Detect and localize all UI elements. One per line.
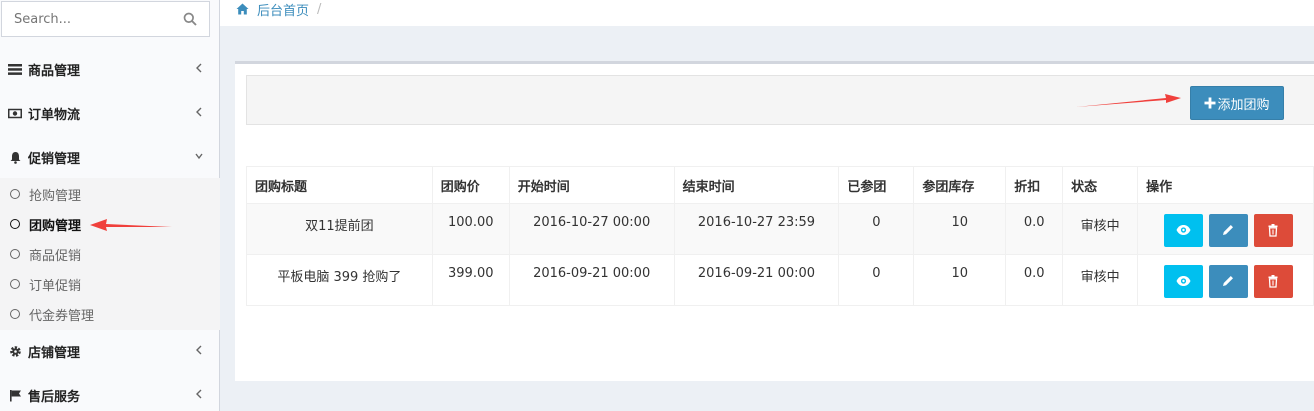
edit-button[interactable] [1209, 214, 1249, 247]
cell-stock: 10 [913, 203, 1007, 255]
sidebar-item-store[interactable]: 店铺管理 [0, 329, 220, 373]
cell-end-time: 2016-10-27 23:59 [673, 203, 840, 255]
sidebar-subitem-goods-promo[interactable]: 商品促销 [0, 239, 220, 269]
breadcrumb-home-link[interactable]: 后台首页 [257, 0, 309, 19]
cell-joined: 0 [838, 254, 915, 306]
view-button[interactable] [1164, 214, 1204, 247]
plus-icon [1204, 97, 1216, 109]
sidebar-item-after-sales[interactable]: 售后服务 [0, 373, 220, 411]
delete-button[interactable] [1254, 214, 1294, 247]
sidebar: 商品管理 订单物流 促销管理 抢购管理 团购管理 商品促销 订单促销 代 [0, 0, 220, 411]
pencil-icon [1223, 225, 1234, 235]
sidebar-subitem-order-promo[interactable]: 订单促销 [0, 269, 220, 299]
search-icon[interactable] [183, 12, 197, 26]
cell-joined: 0 [838, 203, 915, 255]
annotation-arrow-add [1076, 94, 1181, 107]
money-icon [8, 106, 22, 120]
breadcrumb-separator: / [317, 1, 322, 17]
sidebar-subitem-coupon[interactable]: 代金券管理 [0, 299, 220, 329]
cell-start-time: 2016-09-21 00:00 [508, 254, 675, 306]
sidebar-subitem-label: 商品促销 [29, 248, 82, 264]
sidebar-item-label: 店铺管理 [28, 345, 81, 361]
trash-icon [1268, 224, 1278, 237]
search-box [1, 1, 210, 37]
cell-price: 399.00 [431, 254, 510, 306]
column-header: 开始时间 [508, 166, 675, 204]
group-buy-table: 团购标题 团购价 开始时间 结束时间 已参团 参团库存 折扣 状态 操作 双11… [246, 166, 1314, 306]
sidebar-item-orders[interactable]: 订单物流 [0, 91, 220, 135]
sidebar-subitem-label: 订单促销 [29, 278, 82, 294]
trash-icon [1268, 275, 1278, 288]
add-group-buy-button[interactable]: 添加团购 [1190, 86, 1284, 120]
view-button[interactable] [1164, 265, 1204, 298]
cell-discount: 0.0 [1005, 203, 1064, 255]
column-header: 团购标题 [246, 166, 433, 204]
sidebar-item-label: 售后服务 [28, 389, 81, 405]
home-icon [236, 3, 249, 15]
cell-title: 双11提前团 [246, 203, 433, 255]
table-header-row: 团购标题 团购价 开始时间 结束时间 已参团 参团库存 折扣 状态 操作 [246, 166, 1314, 204]
delete-button[interactable] [1254, 265, 1294, 298]
gear-icon [8, 344, 22, 358]
eye-icon [1176, 225, 1191, 235]
sidebar-subitem-label: 抢购管理 [29, 188, 82, 204]
sidebar-subitem-flash-sale[interactable]: 抢购管理 [0, 179, 220, 209]
table-row: 平板电脑 399 抢购了 399.00 2016-09-21 00:00 201… [246, 254, 1314, 306]
chevron-down-icon [195, 153, 203, 160]
circle-icon [10, 279, 20, 289]
edit-button[interactable] [1209, 265, 1249, 298]
pencil-icon [1223, 276, 1234, 286]
sidebar-item-label: 商品管理 [28, 63, 81, 79]
table-row: 双11提前团 100.00 2016-10-27 00:00 2016-10-2… [246, 203, 1314, 255]
search-input[interactable] [2, 2, 172, 36]
cell-end-time: 2016-09-21 00:00 [673, 254, 840, 306]
breadcrumb-bar: 后台首页 / [220, 0, 1314, 26]
sidebar-subitem-label: 代金券管理 [29, 308, 95, 324]
column-header: 状态 [1062, 166, 1139, 204]
chevron-left-icon [196, 63, 202, 73]
cell-actions [1137, 254, 1314, 306]
list-icon [8, 62, 22, 76]
sidebar-item-label: 促销管理 [28, 151, 81, 167]
cell-status: 审核中 [1062, 203, 1139, 255]
column-header: 操作 [1137, 166, 1314, 204]
bell-icon [8, 150, 22, 164]
sidebar-item-label: 订单物流 [28, 107, 81, 123]
cell-price: 100.00 [431, 203, 510, 255]
annotation-arrow-group-buy [90, 219, 172, 231]
sidebar-item-goods[interactable]: 商品管理 [0, 47, 220, 91]
flag-icon [8, 388, 22, 402]
column-header: 已参团 [838, 166, 915, 204]
sidebar-subitem-label: 团购管理 [29, 218, 82, 234]
chevron-left-icon [196, 389, 202, 399]
eye-icon [1176, 276, 1191, 286]
chevron-left-icon [196, 345, 202, 355]
cell-actions [1137, 203, 1314, 255]
chevron-left-icon [196, 107, 202, 117]
add-button-label: 添加团购 [1217, 97, 1270, 113]
promotion-submenu: 抢购管理 团购管理 商品促销 订单促销 代金券管理 [0, 178, 220, 330]
column-header: 参团库存 [913, 166, 1007, 204]
cell-title: 平板电脑 399 抢购了 [246, 254, 433, 306]
cell-discount: 0.0 [1005, 254, 1064, 306]
sidebar-item-promotion[interactable]: 促销管理 [0, 135, 220, 179]
cell-start-time: 2016-10-27 00:00 [508, 203, 675, 255]
column-header: 结束时间 [673, 166, 840, 204]
circle-icon [10, 219, 20, 229]
cell-status: 审核中 [1062, 254, 1139, 306]
column-header: 折扣 [1005, 166, 1064, 204]
cell-stock: 10 [913, 254, 1007, 306]
circle-icon [10, 189, 20, 199]
circle-icon [10, 309, 20, 319]
circle-icon [10, 249, 20, 259]
column-header: 团购价 [431, 166, 510, 204]
breadcrumb: 后台首页 / [236, 0, 322, 19]
